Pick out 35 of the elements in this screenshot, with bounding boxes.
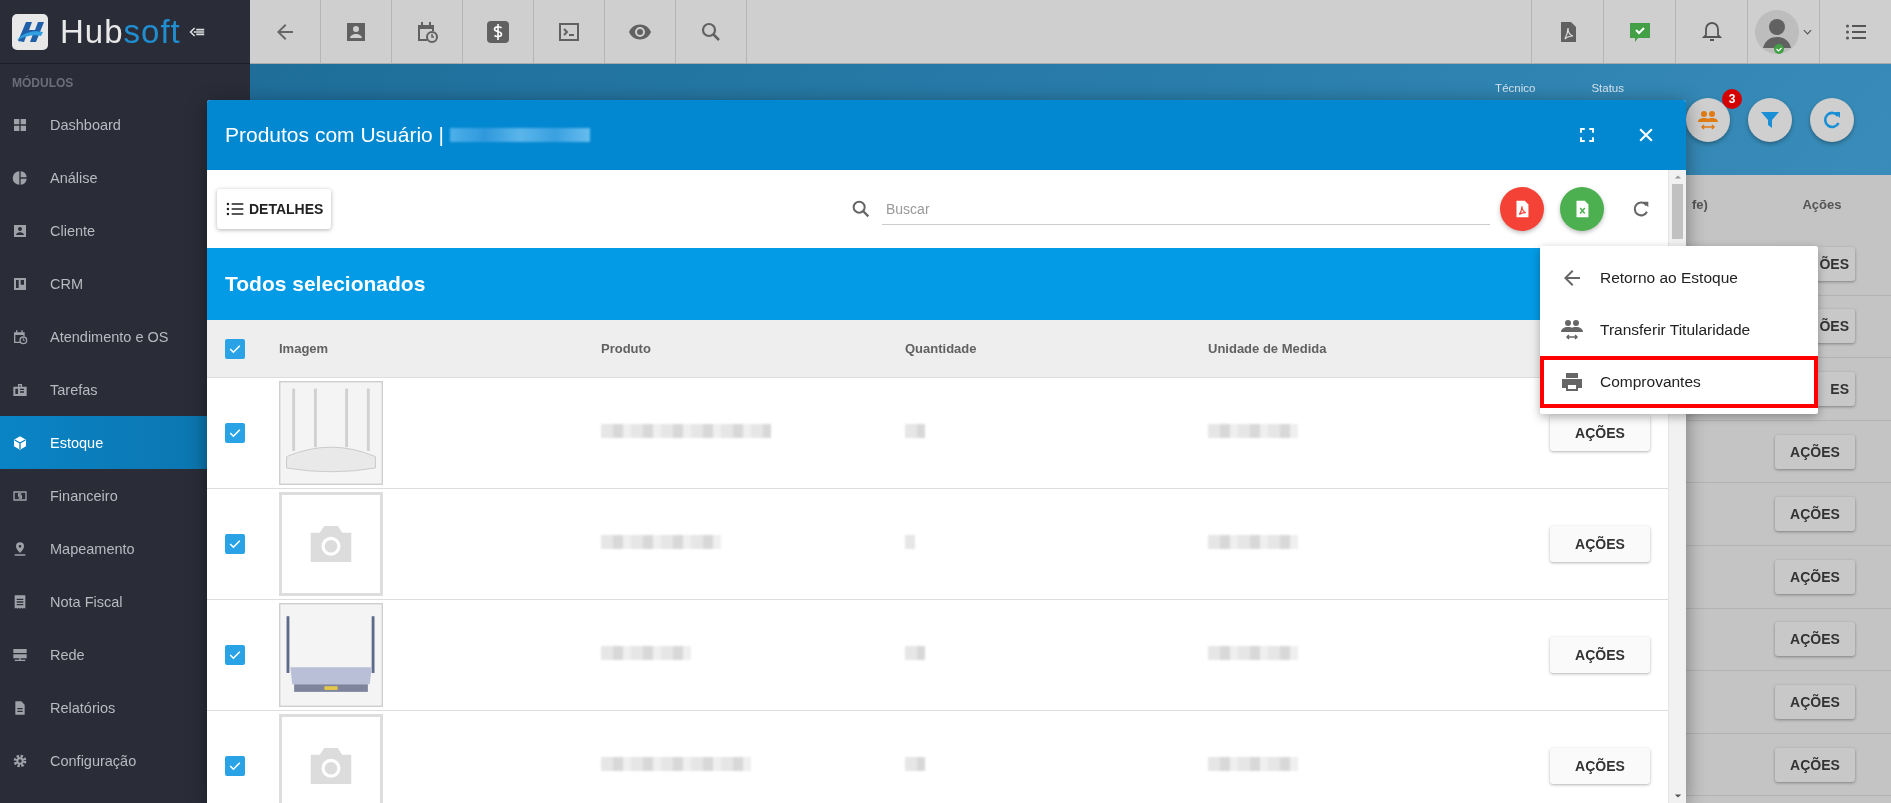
filter-label: Técnico (1495, 82, 1536, 94)
menu-item[interactable]: Comprovantes (1540, 356, 1818, 408)
column-header: Ações (1801, 196, 1843, 212)
column-header: Imagem (279, 341, 330, 356)
sidebar-item[interactable]: Rede (0, 628, 250, 681)
actions-button[interactable]: AÇÕES (1550, 748, 1650, 784)
actions-button[interactable]: AÇÕES (1775, 434, 1855, 469)
actions-button[interactable]: AÇÕES (1775, 559, 1855, 594)
filter-label: Status (1591, 82, 1624, 94)
section-heading: MÓDULOS (11, 74, 75, 92)
column-header: fe) (1692, 196, 1709, 212)
notification-badge: 3 (1722, 89, 1742, 109)
dialog-title: Produtos com Usuário | (225, 123, 445, 147)
actions-button[interactable]: AÇÕES (1775, 684, 1855, 719)
actions-button[interactable]: AÇÕES (1550, 415, 1650, 451)
details-button[interactable]: DETALHES (217, 189, 332, 229)
actions-button[interactable]: AÇÕES (1550, 526, 1650, 562)
banner-text: Todos selecionados (225, 272, 426, 296)
sidebar-item[interactable]: Atendimento e OS (0, 310, 250, 363)
sidebar-item[interactable]: Tarefas (0, 363, 250, 416)
actions-button[interactable]: AÇÕES (1550, 637, 1650, 673)
actions-button[interactable]: AÇÕES (1775, 747, 1855, 782)
sidebar-item[interactable]: Financeiro (0, 469, 250, 522)
sidebar-item[interactable]: Relatórios (0, 681, 250, 734)
column-header: Quantidade (905, 341, 978, 356)
sidebar-item[interactable]: Mapeamento (0, 522, 250, 575)
logo-text: Hubsoft (60, 12, 181, 51)
sidebar-item[interactable]: Nota Fiscal (0, 575, 250, 628)
actions-button[interactable]: AÇÕES (1775, 497, 1855, 532)
sidebar-item[interactable]: Configuração (0, 734, 250, 787)
menu-item[interactable]: Transferir Titularidade (1540, 304, 1818, 356)
column-header: Produto (601, 341, 652, 356)
column-header: Unidade de Medida (1208, 341, 1328, 356)
menu-item[interactable]: Retorno ao Estoque (1540, 252, 1818, 304)
actions-button[interactable]: AÇÕES (1775, 622, 1855, 657)
